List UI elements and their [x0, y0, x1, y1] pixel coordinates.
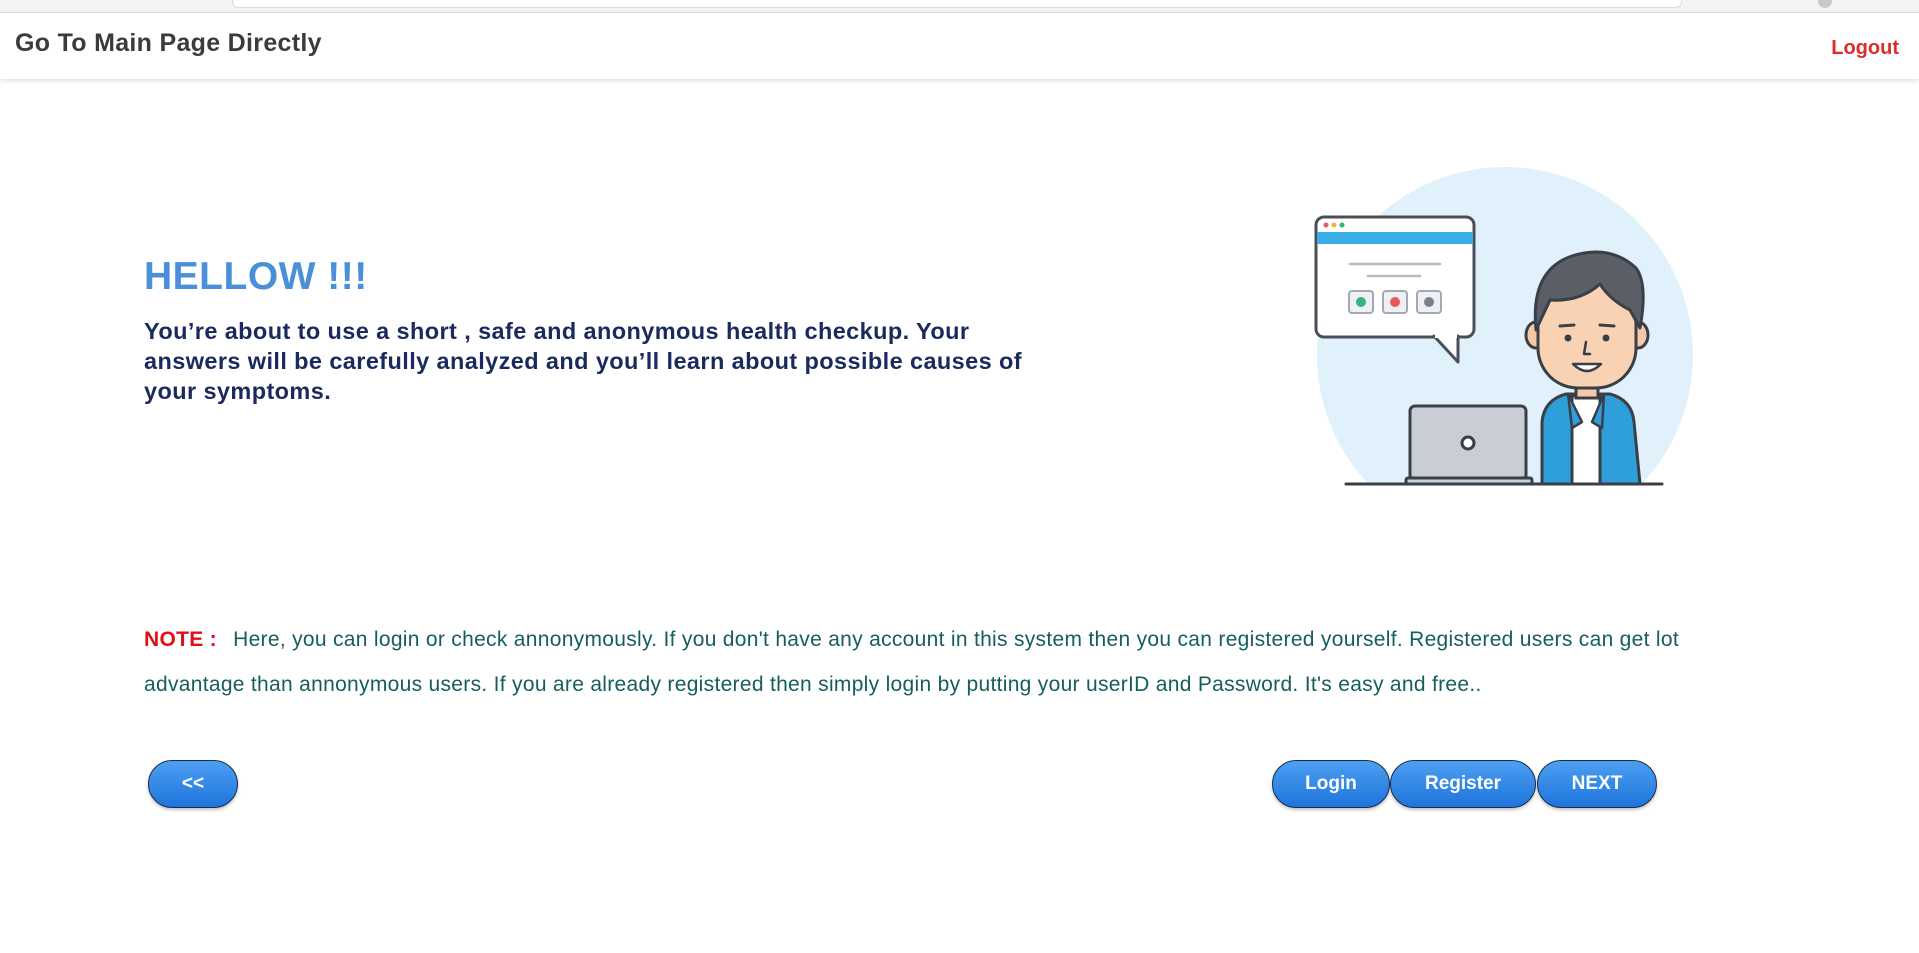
profile-avatar-icon[interactable] [1818, 0, 1832, 8]
next-button[interactable]: NEXT [1537, 760, 1657, 808]
login-button[interactable]: Login [1272, 760, 1390, 808]
note-paragraph: NOTE : Here, you can login or check anno… [144, 617, 1734, 707]
note-text: Here, you can login or check annonymousl… [144, 628, 1679, 696]
hello-heading: HELLOW !!! [144, 255, 368, 298]
laptop-icon [1404, 404, 1534, 486]
person-with-laptop-illustration [1310, 167, 1700, 490]
register-button[interactable]: Register [1390, 760, 1536, 808]
main-page-link[interactable]: Go To Main Page Directly [15, 29, 322, 58]
back-button[interactable]: << [148, 760, 238, 808]
browser-toolbar-strip [0, 0, 1919, 13]
note-label: NOTE : [144, 628, 217, 651]
person-icon [1524, 250, 1650, 486]
address-bar[interactable] [232, 0, 1682, 8]
top-navbar: Go To Main Page Directly Logout [0, 13, 1919, 79]
intro-text: You’re about to use a short , safe and a… [144, 318, 1022, 404]
logout-link[interactable]: Logout [1831, 37, 1899, 60]
